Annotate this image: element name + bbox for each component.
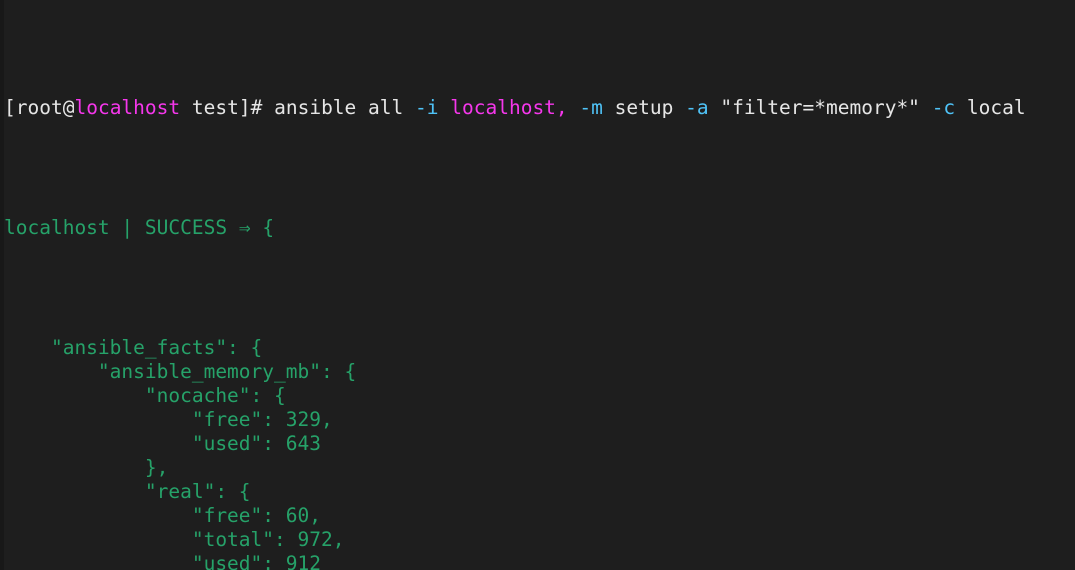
json-output-line: "ansible_facts": { <box>4 336 263 359</box>
json-output-line: "real": { <box>4 480 251 503</box>
command-space-6 <box>673 96 685 119</box>
prompt-space-2 <box>262 96 274 119</box>
double-arrow-icon: ⇒ <box>238 216 251 239</box>
command-module-value: setup <box>614 96 674 119</box>
json-output-line: "used": 643 <box>4 432 321 455</box>
status-badge: SUCCESS <box>144 216 228 239</box>
prompt-space-1 <box>180 96 192 119</box>
command-inventory-value: localhost, <box>450 96 568 119</box>
prompt-working-directory: test <box>191 96 239 119</box>
prompt-hostname: localhost <box>74 96 181 119</box>
terminal-window[interactable]: [root@localhost test]# ansible all -i lo… <box>0 0 1075 570</box>
json-output-line: "total": 972, <box>4 528 345 551</box>
prompt-root-sigil: # <box>250 96 263 119</box>
command-flag-args: -a <box>685 96 709 119</box>
command-space-8 <box>920 96 932 119</box>
command-space-2 <box>403 96 415 119</box>
json-output-line: }, <box>4 456 169 479</box>
terminal-screen[interactable]: [root@localhost test]# ansible all -i lo… <box>0 0 1075 570</box>
command-program: ansible <box>274 96 357 119</box>
result-header-line: localhost | SUCCESS ⇒ { <box>4 216 1075 240</box>
json-output-line: "used": 912 <box>4 552 321 570</box>
json-output-block: "ansible_facts": { "ansible_memory_mb": … <box>4 336 1075 570</box>
result-host: localhost <box>4 216 110 239</box>
command-space-1 <box>356 96 368 119</box>
result-space-3 <box>227 216 239 239</box>
command-space-3 <box>439 96 451 119</box>
command-space-9 <box>955 96 967 119</box>
prompt-user: root <box>15 96 63 119</box>
command-args-value: "filter=*memory*" <box>720 96 920 119</box>
command-target-pattern: all <box>368 96 404 119</box>
command-connection-value: local <box>966 96 1026 119</box>
result-space-2 <box>133 216 145 239</box>
prompt-close-bracket: ] <box>238 96 251 119</box>
command-flag-module: -m <box>579 96 603 119</box>
prompt-command-line: [root@localhost test]# ansible all -i lo… <box>4 96 1075 120</box>
result-open-brace: { <box>262 216 275 239</box>
json-output-line: "nocache": { <box>4 384 286 407</box>
json-output-line: "ansible_memory_mb": { <box>4 360 357 383</box>
prompt-open-bracket: [ <box>4 96 16 119</box>
result-separator: | <box>121 216 134 239</box>
result-space-1 <box>110 216 122 239</box>
command-flag-connection: -c <box>931 96 956 119</box>
command-flag-inventory: -i <box>415 96 439 119</box>
prompt-at-symbol: @ <box>62 96 75 119</box>
command-space-4 <box>568 96 580 119</box>
command-space-5 <box>603 96 615 119</box>
json-output-line: "free": 329, <box>4 408 333 431</box>
command-space-7 <box>709 96 721 119</box>
result-space-4 <box>251 216 263 239</box>
json-output-line: "free": 60, <box>4 504 321 527</box>
